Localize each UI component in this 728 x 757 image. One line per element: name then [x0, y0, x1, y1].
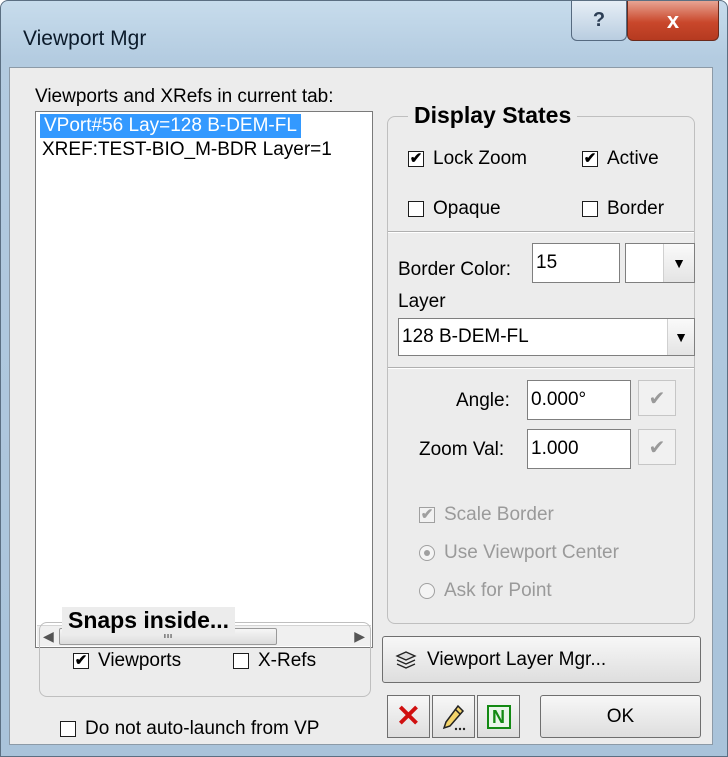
divider: [388, 367, 694, 369]
border-color-label: Border Color:: [398, 259, 511, 280]
layers-icon: [395, 650, 417, 670]
active-check-icon: ✔: [582, 150, 598, 167]
viewport-layer-mgr-button[interactable]: Viewport Layer Mgr...: [382, 636, 701, 683]
list-label: Viewports and XRefs in current tab:: [35, 86, 334, 107]
list-item[interactable]: VPort#56 Lay=128 B-DEM-FL: [40, 114, 301, 138]
delete-button[interactable]: ✕: [387, 695, 430, 738]
snap-viewports-checkbox[interactable]: ✔ Viewports: [73, 650, 181, 672]
edit-button[interactable]: [432, 695, 475, 738]
layer-label: Layer: [398, 291, 446, 312]
scale-border-checkbox[interactable]: ✔ Scale Border: [419, 504, 554, 526]
ask-for-point-radio[interactable]: Ask for Point: [419, 580, 552, 602]
list-item[interactable]: XREF:TEST-BIO_M-BDR Layer=1: [42, 138, 332, 162]
opaque-checkbox[interactable]: Opaque: [408, 198, 501, 220]
xrefs-label: X-Refs: [258, 650, 317, 671]
angle-label: Angle:: [456, 390, 510, 411]
border-color-input[interactable]: 15: [532, 243, 620, 283]
no-auto-launch-label: Do not auto-launch from VP: [85, 718, 320, 739]
help-button[interactable]: ?: [571, 1, 627, 41]
active-checkbox[interactable]: ✔ Active: [582, 148, 659, 170]
chevron-down-icon: ▼: [663, 244, 694, 282]
opaque-label: Opaque: [433, 198, 501, 219]
apply-zoom-check-icon[interactable]: ✔: [638, 429, 676, 465]
angle-input[interactable]: 0.000°: [527, 380, 631, 420]
viewport-layer-mgr-label: Viewport Layer Mgr...: [427, 648, 607, 670]
layer-value: 128 B-DEM-FL: [402, 326, 529, 347]
active-label: Active: [607, 148, 659, 169]
border-color-dropdown[interactable]: ▼: [625, 243, 695, 283]
divider: [388, 231, 694, 233]
viewports-check-icon: ✔: [73, 652, 89, 669]
use-viewport-center-label: Use Viewport Center: [444, 542, 619, 563]
viewports-label: Viewports: [98, 650, 182, 671]
radio-dot-icon: [424, 550, 430, 556]
lock-zoom-checkbox[interactable]: ✔ Lock Zoom: [408, 148, 527, 170]
close-button[interactable]: x: [627, 1, 719, 41]
new-button[interactable]: N: [477, 695, 520, 738]
apply-angle-check-icon[interactable]: ✔: [638, 380, 676, 416]
viewport-mgr-window: Viewport Mgr ? x Viewports and XRefs in …: [0, 0, 728, 757]
no-auto-launch-checkbox[interactable]: Do not auto-launch from VP: [60, 718, 319, 740]
delete-x-icon: ✕: [395, 699, 422, 733]
zoom-val-input[interactable]: 1.000: [527, 429, 631, 469]
window-title: Viewport Mgr: [23, 27, 147, 50]
chevron-down-icon: ▼: [667, 319, 694, 355]
ask-for-point-label: Ask for Point: [444, 580, 552, 601]
layer-dropdown[interactable]: 128 B-DEM-FL ▼: [398, 318, 695, 356]
scale-border-label: Scale Border: [444, 504, 554, 525]
viewport-list[interactable]: VPort#56 Lay=128 B-DEM-FL XREF:TEST-BIO_…: [35, 111, 373, 648]
border-label: Border: [607, 198, 665, 219]
new-n-icon: N: [486, 704, 511, 729]
dialog-client-area: Viewports and XRefs in current tab: VPor…: [9, 67, 713, 745]
lock-zoom-label: Lock Zoom: [433, 148, 527, 169]
ok-button[interactable]: OK: [540, 695, 701, 738]
snaps-title: Snaps inside...: [62, 607, 236, 634]
pencil-icon: [441, 703, 467, 731]
display-states-title: Display States: [408, 102, 578, 129]
use-viewport-center-radio[interactable]: Use Viewport Center: [419, 542, 619, 564]
border-checkbox[interactable]: Border: [582, 198, 664, 220]
scale-border-check-icon: ✔: [419, 506, 435, 523]
snap-xrefs-checkbox[interactable]: X-Refs: [233, 650, 316, 672]
zoom-val-label: Zoom Val:: [419, 439, 505, 460]
lock-zoom-check-icon: ✔: [408, 150, 424, 167]
